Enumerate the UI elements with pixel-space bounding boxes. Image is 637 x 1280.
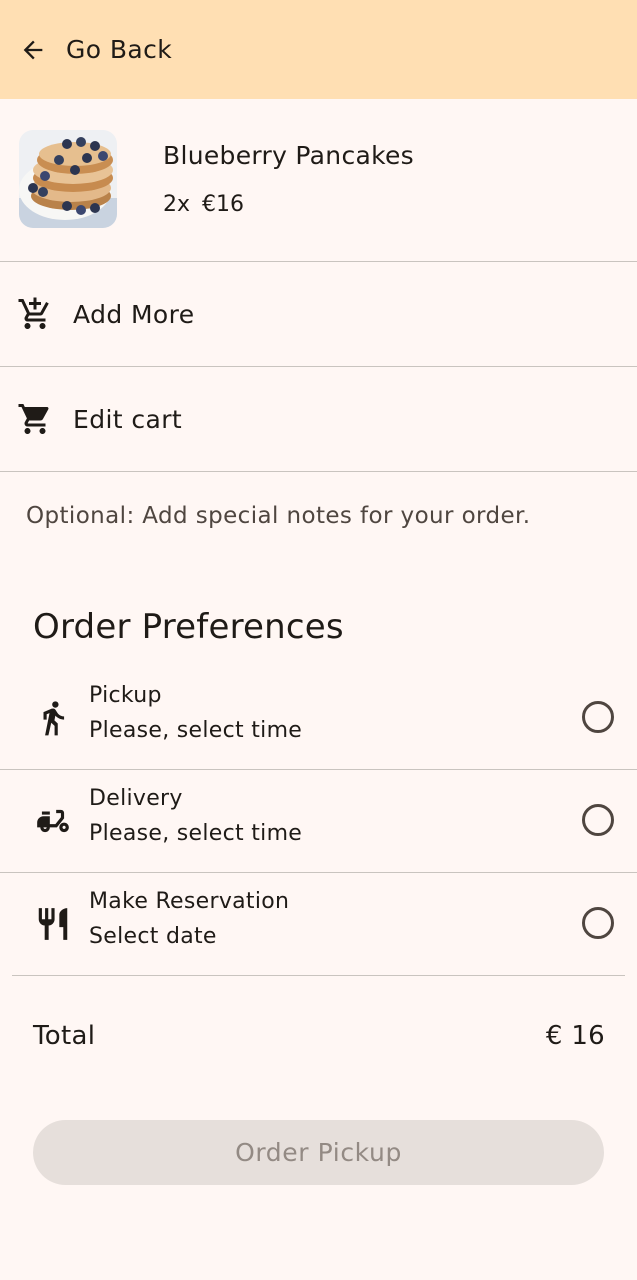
pickup-option[interactable]: Pickup Please, select time xyxy=(0,667,637,770)
go-back-button[interactable]: Go Back xyxy=(0,0,172,99)
add-more-label: Add More xyxy=(73,299,195,329)
reservation-title: Make Reservation xyxy=(89,889,290,914)
delivery-option[interactable]: Delivery Please, select time xyxy=(0,770,637,873)
item-quantity-price: 2x €16 xyxy=(163,192,256,217)
arrow-left-icon xyxy=(19,36,47,64)
reservation-subtitle: Select date xyxy=(89,924,217,949)
special-notes-input[interactable]: Optional: Add special notes for your ord… xyxy=(26,503,531,529)
edit-cart-button[interactable]: Edit cart xyxy=(0,367,637,472)
order-pickup-button[interactable]: Order Pickup xyxy=(33,1120,604,1185)
pickup-radio[interactable] xyxy=(582,701,614,733)
cart-item: Blueberry Pancakes 2x €16 xyxy=(0,99,637,262)
scooter-icon xyxy=(34,802,72,840)
reservation-option[interactable]: Make Reservation Select date xyxy=(12,873,625,976)
item-image xyxy=(19,130,117,228)
edit-cart-label: Edit cart xyxy=(73,404,183,434)
order-summary-screen: Go Back Blueberry Pancakes 2x €16 Add Mo… xyxy=(0,0,637,1280)
add-shopping-cart-icon xyxy=(17,296,53,332)
order-preferences-heading: Order Preferences xyxy=(33,607,344,647)
top-bar: Go Back xyxy=(0,0,637,99)
item-quantity: 2x xyxy=(163,192,191,217)
delivery-subtitle: Please, select time xyxy=(89,821,303,846)
item-name: Blueberry Pancakes xyxy=(163,141,415,170)
total-label: Total xyxy=(33,1021,96,1051)
reservation-radio[interactable] xyxy=(582,907,614,939)
go-back-label: Go Back xyxy=(66,35,173,64)
pickup-subtitle: Please, select time xyxy=(89,718,303,743)
restaurant-icon xyxy=(34,905,72,943)
delivery-radio[interactable] xyxy=(582,804,614,836)
shopping-cart-icon xyxy=(17,401,53,437)
item-price: €16 xyxy=(202,192,245,217)
total-value: € 16 xyxy=(545,1021,605,1051)
delivery-title: Delivery xyxy=(89,786,183,811)
add-more-button[interactable]: Add More xyxy=(0,262,637,367)
walking-person-icon xyxy=(34,699,72,737)
pickup-title: Pickup xyxy=(89,683,162,708)
